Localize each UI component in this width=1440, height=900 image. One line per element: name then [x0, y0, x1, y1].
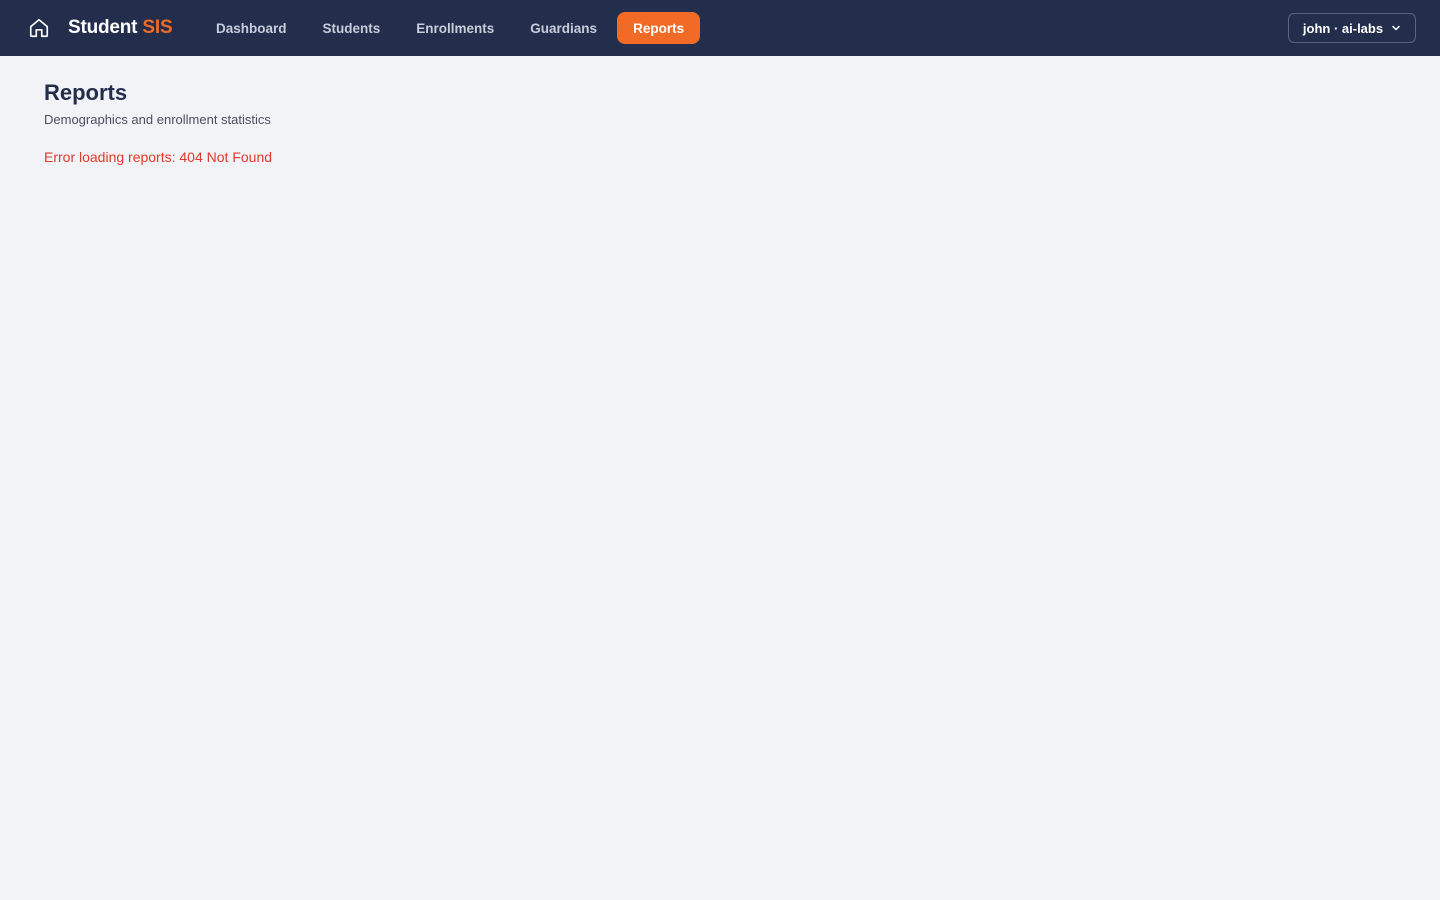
user-menu-label: john · ai-labs	[1302, 20, 1384, 36]
page-subtitle: Demographics and enrollment statistics	[44, 112, 271, 127]
app-brand[interactable]: Student SIS	[68, 16, 173, 40]
page-title: Reports	[44, 80, 128, 105]
error-message: Error loading reports: 404 Not Found	[44, 149, 273, 165]
home-button[interactable]	[27, 16, 51, 40]
nav-item-students[interactable]: Students	[307, 12, 397, 44]
user-menu-button[interactable]: john · ai-labs	[1288, 13, 1416, 43]
main-content: Reports Demographics and enrollment stat…	[44, 80, 272, 166]
nav-item-dashboard[interactable]: Dashboard	[200, 12, 303, 44]
nav-item-enrollments[interactable]: Enrollments	[400, 12, 510, 44]
nav-item-guardians[interactable]: Guardians	[514, 12, 613, 44]
brand-accent: SIS	[142, 17, 173, 38]
main-nav: Dashboard Students Enrollments Guardians…	[200, 12, 701, 44]
nav-item-reports[interactable]: Reports	[617, 12, 701, 44]
brand-name: Student	[68, 17, 138, 38]
chevron-down-icon	[1392, 25, 1400, 31]
top-navigation-bar: Student SIS Dashboard Students Enrollmen…	[0, 0, 1440, 56]
home-icon	[29, 18, 49, 38]
